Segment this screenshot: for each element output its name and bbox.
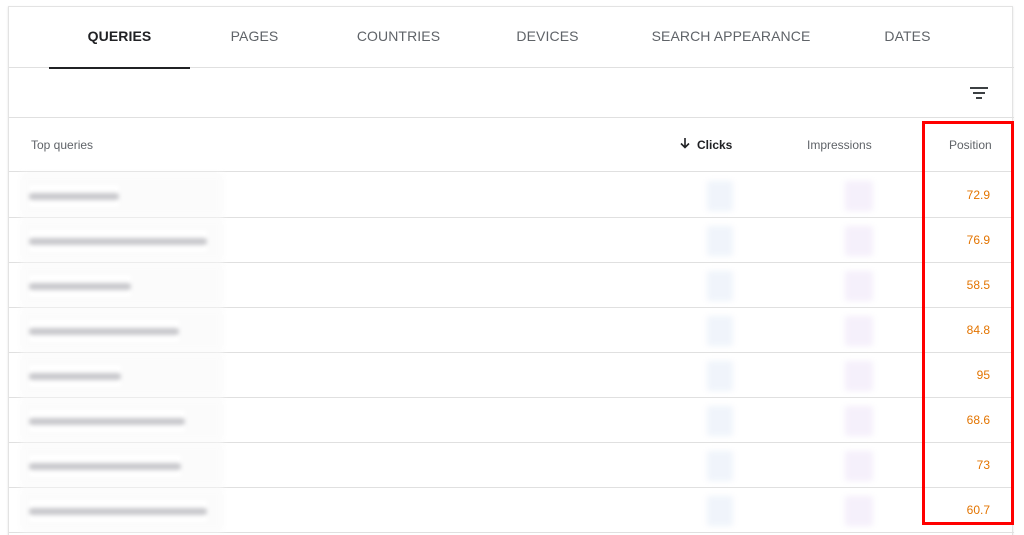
query-text-redacted [29,320,179,342]
position-value: 95 [976,368,990,382]
column-header-impressions[interactable]: Impressions [807,118,872,172]
clicks-value-redacted [707,406,733,436]
query-text-redacted [29,410,185,432]
table-row[interactable]: 68.6 [9,398,1014,443]
dimension-tabs: QUERIES PAGES COUNTRIES DEVICES SEARCH A… [9,7,1014,69]
clicks-value-redacted [707,181,733,211]
clicks-value-redacted [707,271,733,301]
clicks-value-redacted [707,316,733,346]
table-row[interactable]: 58.5 [9,263,1014,308]
position-value: 72.9 [966,188,990,202]
clicks-value-redacted [707,451,733,481]
position-value: 68.6 [966,413,990,427]
clicks-value-redacted [707,361,733,391]
impressions-value-redacted [845,181,873,211]
tab-devices[interactable]: DEVICES [504,7,591,68]
table-toolbar [9,68,1014,118]
position-value: 76.9 [966,233,990,247]
position-value: 84.8 [966,323,990,337]
filter-list-icon[interactable] [967,81,991,105]
tab-search-appearance[interactable]: SEARCH APPEARANCE [643,7,819,68]
column-header-clicks-label: Clicks [697,138,733,152]
query-text-redacted [29,185,119,207]
table-header: Top queries Clicks Impressions Position [9,118,1014,172]
position-value: 58.5 [966,278,990,292]
impressions-value-redacted [845,226,873,256]
table-row[interactable]: 60.7 [9,488,1014,533]
impressions-value-redacted [845,271,873,301]
table-row[interactable]: 72.9 [9,173,1014,218]
query-text-redacted [29,230,207,252]
arrow-down-icon [679,118,691,172]
impressions-value-redacted [845,316,873,346]
column-header-position[interactable]: Position [949,118,992,172]
query-text-redacted [29,455,181,477]
clicks-value-redacted [707,226,733,256]
tab-countries[interactable]: COUNTRIES [347,7,450,68]
position-value: 60.7 [966,503,990,517]
table-row[interactable]: 76.9 [9,218,1014,263]
position-value: 73 [976,458,990,472]
impressions-value-redacted [845,496,873,526]
tab-pages[interactable]: PAGES [212,7,297,68]
table-row[interactable]: 84.8 [9,308,1014,353]
column-header-top-queries[interactable]: Top queries [31,118,93,172]
impressions-value-redacted [845,406,873,436]
performance-table-card: QUERIES PAGES COUNTRIES DEVICES SEARCH A… [8,6,1014,535]
tab-queries[interactable]: QUERIES [49,7,190,69]
tab-dates[interactable]: DATES [867,7,948,68]
table-row[interactable]: 73 [9,443,1014,488]
impressions-value-redacted [845,451,873,481]
query-text-redacted [29,500,207,522]
impressions-value-redacted [845,361,873,391]
clicks-value-redacted [707,496,733,526]
column-header-clicks[interactable]: Clicks [679,118,732,172]
query-text-redacted [29,365,121,387]
table-row[interactable]: 95 [9,353,1014,398]
query-text-redacted [29,275,131,297]
